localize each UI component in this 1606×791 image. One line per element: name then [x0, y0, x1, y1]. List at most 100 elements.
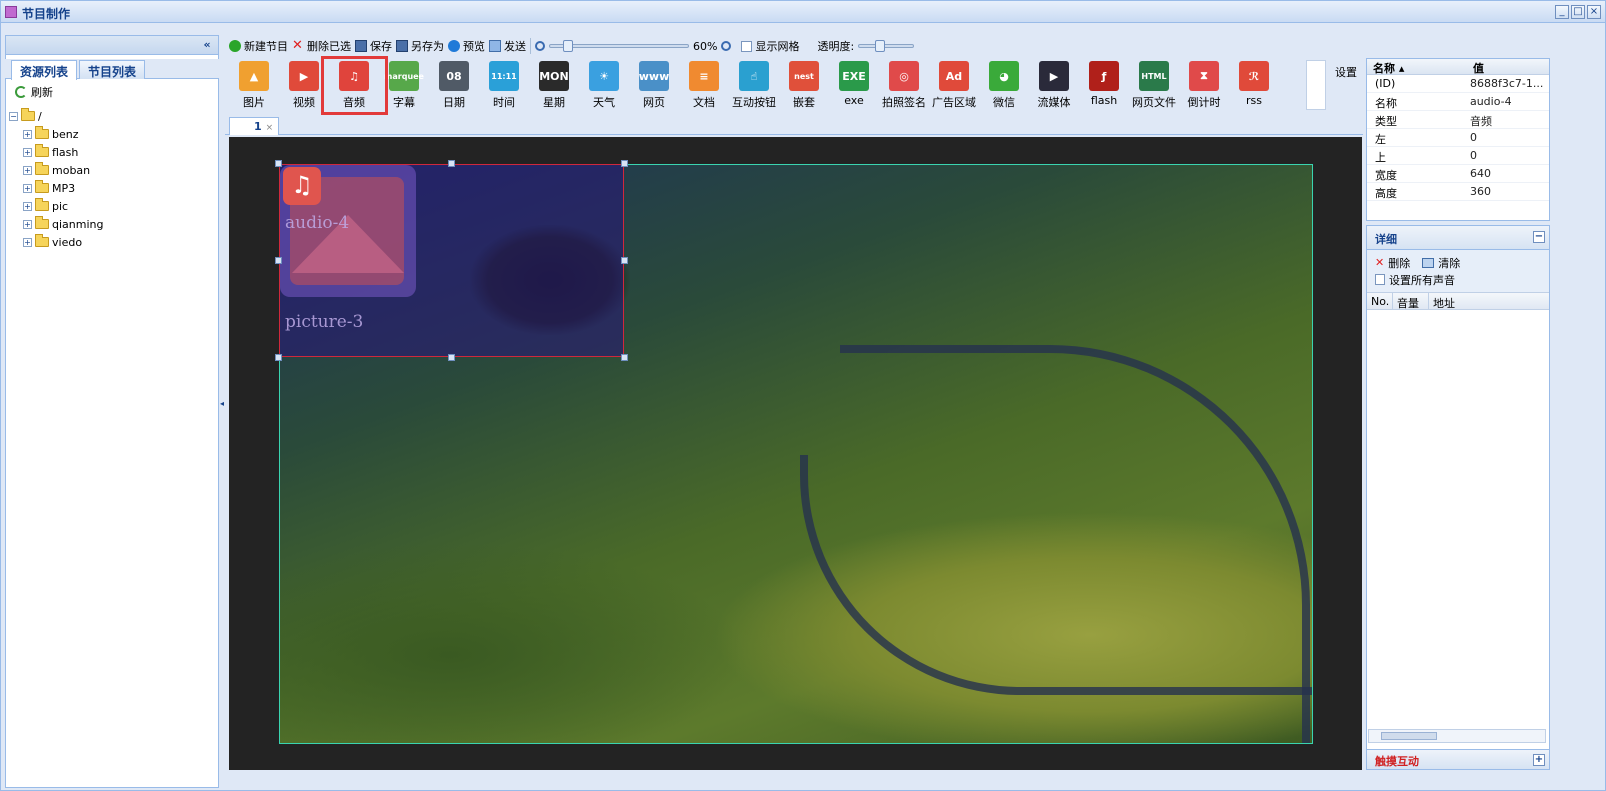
zoom-in-icon[interactable]	[721, 41, 732, 51]
resource-stream[interactable]: ▶ 流媒体	[1029, 59, 1079, 111]
resource-countdown[interactable]: ⧗ 倒计时	[1179, 59, 1229, 111]
tree-item-qianming[interactable]: + qianming	[9, 215, 103, 233]
resize-handle-s[interactable]	[448, 354, 455, 361]
send-button[interactable]: 发送	[489, 38, 526, 54]
property-value[interactable]: audio-4	[1466, 93, 1549, 110]
tree-root[interactable]: − /	[9, 107, 103, 125]
splitter-handle[interactable]: ◂	[220, 399, 224, 408]
resource-label: rss	[1246, 94, 1262, 107]
resize-handle-ne[interactable]	[621, 160, 628, 167]
resource-clock[interactable]: 11:11 时间	[479, 59, 529, 111]
close-button[interactable]: ×	[1587, 5, 1601, 19]
property-value[interactable]: 360	[1466, 183, 1549, 200]
resize-handle-nw[interactable]	[275, 160, 282, 167]
tree-item-mp3[interactable]: + MP3	[9, 179, 103, 197]
clear-button[interactable]: 清除	[1438, 255, 1460, 271]
resource-nesting[interactable]: nest 嵌套	[779, 59, 829, 111]
column-address[interactable]: 地址	[1429, 293, 1549, 310]
save-as-button[interactable]: 另存为	[396, 38, 444, 54]
refresh-button[interactable]: 刷新	[15, 84, 53, 100]
close-tab-icon[interactable]: ×	[266, 123, 274, 133]
selected-audio-element[interactable]: ♫ audio-4 picture-3	[279, 164, 624, 357]
zoom-slider[interactable]	[549, 40, 689, 52]
collapse-detail-button[interactable]: −	[1533, 231, 1545, 243]
collapse-icon[interactable]: −	[9, 111, 18, 121]
expand-icon[interactable]: +	[23, 183, 32, 193]
detail-horizontal-scrollbar[interactable]	[1368, 729, 1546, 743]
set-all-sound-button[interactable]: 设置所有声音	[1389, 272, 1455, 288]
property-row[interactable]: 宽度 640	[1367, 165, 1549, 183]
resize-handle-sw[interactable]	[275, 354, 282, 361]
tab-program-list[interactable]: 节目列表	[79, 60, 146, 79]
minimize-button[interactable]: _	[1555, 5, 1569, 19]
collapse-left-button[interactable]: «	[200, 38, 214, 52]
show-grid-toggle[interactable]: 显示网格	[741, 38, 799, 54]
expand-icon[interactable]: +	[23, 201, 32, 211]
preview-button[interactable]: 预览	[448, 38, 485, 54]
opacity-slider[interactable]	[858, 40, 915, 52]
resource-rss[interactable]: ℛrss	[1229, 59, 1279, 111]
resource-ad[interactable]: Ad 广告区域	[929, 59, 979, 111]
expand-touch-panel-button[interactable]: +	[1533, 754, 1545, 766]
zoom-out-icon[interactable]	[535, 41, 545, 51]
opacity-slider-thumb[interactable]	[875, 40, 886, 52]
expand-icon[interactable]: +	[23, 129, 32, 139]
tab-resource-list[interactable]: 资源列表	[11, 60, 78, 80]
resource-weather[interactable]: ☀ 天气	[579, 59, 629, 111]
tree-item-viedo[interactable]: + viedo	[9, 233, 103, 251]
expand-icon[interactable]: +	[23, 165, 32, 175]
show-grid-checkbox[interactable]	[741, 40, 753, 52]
save-button[interactable]: 保存	[355, 38, 392, 54]
tree-item-moban[interactable]: + moban	[9, 161, 103, 179]
editor-canvas[interactable]: ♫ audio-4 picture-3	[229, 137, 1362, 770]
zoom-slider-thumb[interactable]	[563, 40, 573, 52]
tree-item-flash[interactable]: + flash	[9, 143, 103, 161]
tree-item-pic[interactable]: + pic	[9, 197, 103, 215]
tree-item-benz[interactable]: + benz	[9, 125, 103, 143]
column-no[interactable]: No.	[1367, 293, 1393, 309]
resource-strip-scrollbar[interactable]	[1306, 60, 1326, 110]
property-value[interactable]: 640	[1466, 165, 1549, 182]
property-row[interactable]: 类型 音频	[1367, 111, 1549, 129]
column-volume[interactable]: 音量	[1393, 293, 1429, 310]
resource-document[interactable]: ≡ 文档	[679, 59, 729, 111]
new-program-button[interactable]: 新建节目	[229, 38, 288, 54]
property-value[interactable]: 8688f3c7-1...	[1466, 75, 1549, 92]
property-row[interactable]: 上0	[1367, 147, 1549, 165]
tree-item-label: flash	[52, 145, 79, 159]
resize-handle-se[interactable]	[621, 354, 628, 361]
resource-picture[interactable]: ▲ 图片	[229, 59, 279, 111]
resize-handle-w[interactable]	[275, 257, 282, 264]
resize-handle-e[interactable]	[621, 257, 628, 264]
maximize-button[interactable]: □	[1571, 5, 1585, 19]
delete-button[interactable]: 删除	[1388, 255, 1410, 271]
touch-interaction-panel[interactable]: 触摸互动 +	[1366, 749, 1550, 770]
expand-icon[interactable]: +	[23, 237, 32, 247]
property-row[interactable]: 名称 audio-4	[1367, 93, 1549, 111]
expand-icon[interactable]: +	[23, 219, 32, 229]
resource-wechat[interactable]: ◕ 微信	[979, 59, 1029, 111]
property-row[interactable]: 左0	[1367, 129, 1549, 147]
property-row[interactable]: (ID) 8688f3c7-1...	[1367, 75, 1549, 93]
value-column-header[interactable]: 值	[1467, 59, 1490, 75]
scrollbar-thumb[interactable]	[1381, 732, 1437, 740]
resource-exe[interactable]: EXE exe	[829, 59, 879, 111]
folder-icon	[35, 180, 49, 193]
settings-button[interactable]: 设置	[1335, 64, 1357, 80]
resource-flash[interactable]: ƒ flash	[1079, 59, 1129, 111]
expand-icon[interactable]: +	[23, 147, 32, 157]
resource-html[interactable]: HTML 网页文件	[1129, 59, 1179, 111]
property-value[interactable]: 0	[1466, 147, 1549, 164]
resource-photo-sign[interactable]: ◎ 拍照签名	[879, 59, 929, 111]
tab-program-1[interactable]: 1 ×	[229, 117, 279, 135]
resource-weekday[interactable]: MON 星期	[529, 59, 579, 111]
resource-touch-button[interactable]: ☝ 互动按钮	[729, 59, 779, 111]
property-row[interactable]: 高度 360	[1367, 183, 1549, 201]
property-value[interactable]: 0	[1466, 129, 1549, 146]
resource-calendar[interactable]: 08 日期	[429, 59, 479, 111]
property-value[interactable]: 音频	[1466, 111, 1549, 128]
name-column-header[interactable]: 名称 ▴	[1367, 59, 1467, 75]
delete-selected-button[interactable]: ✕ 删除已选	[292, 38, 351, 54]
resize-handle-n[interactable]	[448, 160, 455, 167]
resource-web[interactable]: www 网页	[629, 59, 679, 111]
